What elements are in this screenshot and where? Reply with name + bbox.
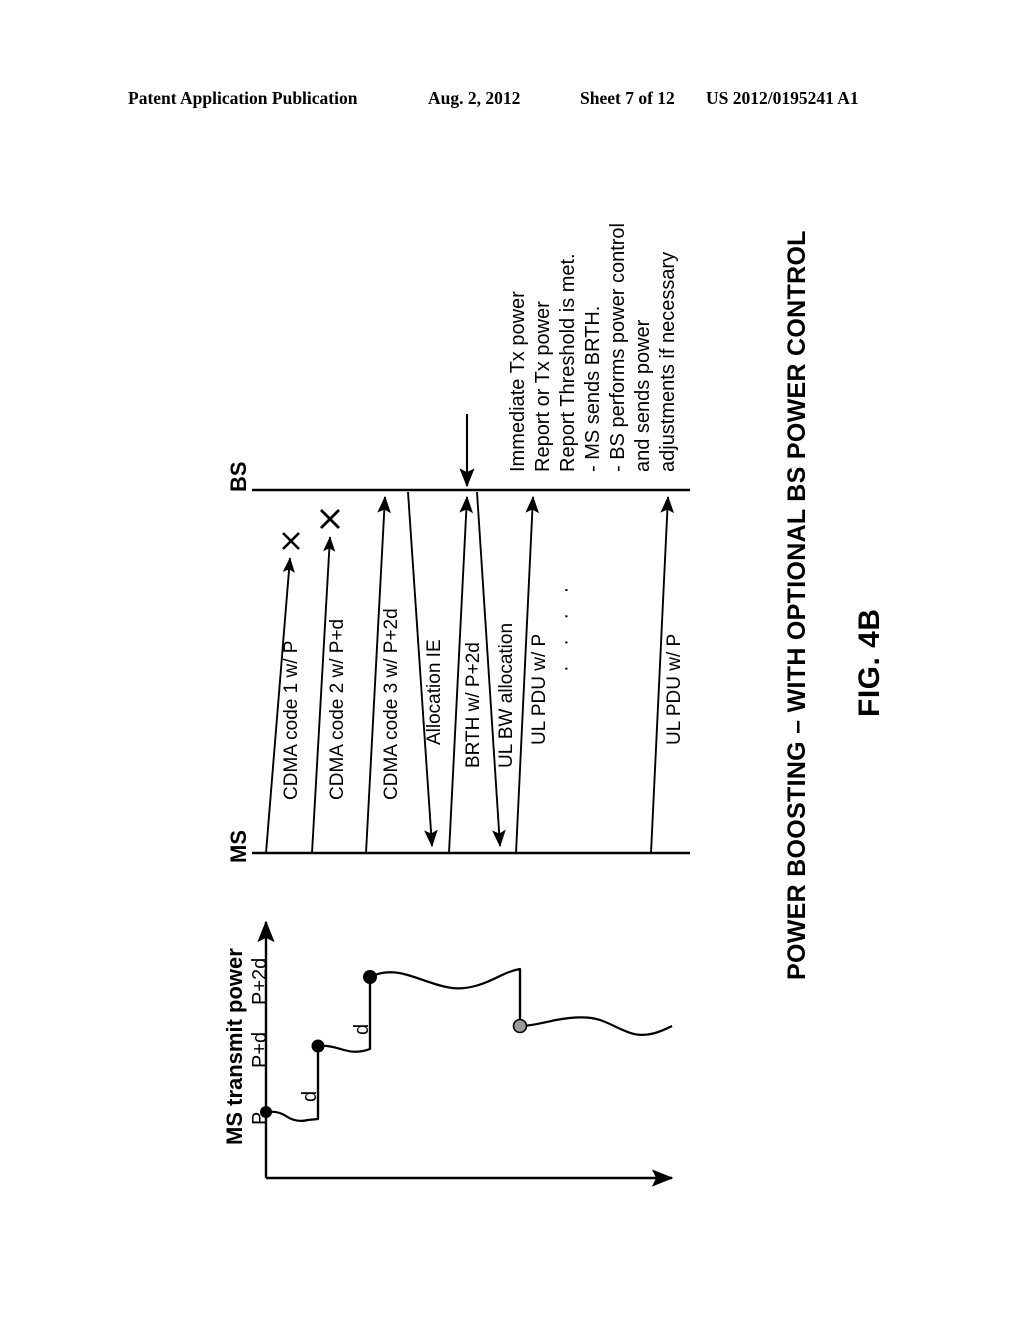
message-label-cdma-code-1: CDMA code 1 w/ P [281, 640, 302, 800]
annotation-line-1: Immediate Tx power [507, 291, 529, 472]
chart-step-risers [316, 969, 522, 1119]
message-label-brth: BRTH w/ P+2d [463, 642, 484, 768]
chart-ytick-p-plus-d: P+d [249, 1031, 271, 1068]
chart-marker-power-drop [512, 1018, 528, 1034]
message-label-ul-pdu-2: UL PDU w/ P [664, 633, 685, 745]
chart-step-annotation-2: d [351, 1023, 373, 1035]
patent-figure: BS MS CDMA code 1 w/ P CDMA code 2 w/ P+… [0, 0, 1024, 1320]
chart-y-axis-label: MS transmit power [222, 948, 247, 1145]
annotation-line-3: Report Threshold is met. [557, 253, 579, 472]
annotation-line-7: adjustments if necessary [657, 251, 679, 472]
message-label-cdma-code-2: CDMA code 2 w/ P+d [327, 618, 348, 800]
chart-step-annotation-1: d [299, 1090, 321, 1102]
figure-number: FIG. 4B [853, 608, 886, 717]
actor-label-bs: BS [226, 461, 251, 492]
annotation-line-2: Report or Tx power [532, 301, 554, 472]
annotation-line-6: and sends power [632, 319, 654, 472]
message-label-ul-bw-allocation: UL BW allocation [496, 622, 517, 768]
chart-axes [257, 920, 674, 1187]
annotation-line-4: - MS sends BRTH. [582, 305, 604, 472]
chart-ytick-p-plus-2d: P+2d [249, 957, 271, 1005]
message-label-allocation-ie: Allocation IE [424, 639, 445, 745]
chart-ytick-p: P [249, 1111, 271, 1125]
chart-power-curve [265, 967, 673, 1123]
message-label-ul-pdu-1: UL PDU w/ P [529, 633, 550, 745]
chart-marker-p-plus-2d [363, 970, 377, 984]
figure-title: POWER BOOSTING – WITH OPTIONAL BS POWER … [783, 230, 811, 980]
chart-marker-p-plus-d [311, 1039, 325, 1053]
continuation-dots: · · · · [555, 579, 577, 672]
message-label-cdma-code-3: CDMA code 3 w/ P+2d [381, 608, 402, 800]
actor-label-ms: MS [226, 830, 251, 863]
annotation-line-5: - BS performs power control [607, 223, 629, 472]
